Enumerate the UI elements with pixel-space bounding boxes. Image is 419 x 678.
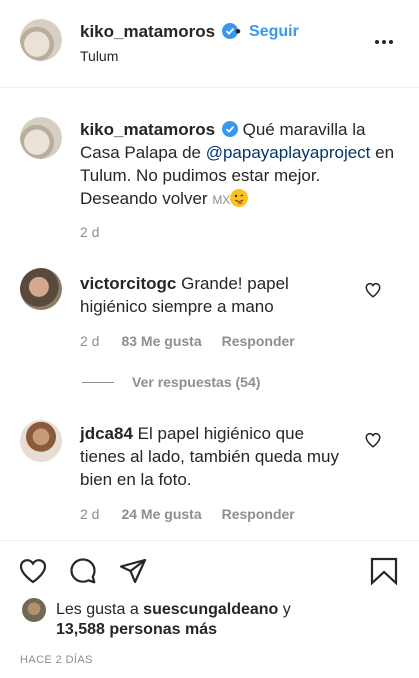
comment-avatar[interactable] xyxy=(20,420,62,462)
likes-count[interactable]: 13,588 personas más xyxy=(56,621,217,639)
reply-button[interactable]: Responder xyxy=(222,333,295,349)
more-options-icon[interactable] xyxy=(375,32,397,52)
header-divider xyxy=(0,87,419,88)
mention-link[interactable]: @papayaplayaproject xyxy=(206,143,371,162)
comment-avatar[interactable] xyxy=(20,268,62,310)
comment-text: victorcitogc Grande! papel higiénico sie… xyxy=(80,274,289,316)
comment-username[interactable]: victorcitogc xyxy=(80,274,176,293)
view-replies-button[interactable]: Ver respuestas (54) xyxy=(132,374,260,390)
comment-bubble-icon[interactable] xyxy=(68,556,98,586)
liker-avatar[interactable] xyxy=(22,598,46,622)
paper-plane-icon[interactable] xyxy=(118,556,148,586)
header-avatar[interactable] xyxy=(20,19,62,61)
separator-dot: • xyxy=(235,22,241,41)
winking-tongue-emoji-icon xyxy=(230,189,249,207)
post-timestamp: HACE 2 DÍAS xyxy=(20,654,93,666)
liker-username[interactable]: suescungaldeano xyxy=(143,601,278,618)
header-username[interactable]: kiko_matamoros xyxy=(80,22,238,42)
comment-heart-icon[interactable] xyxy=(364,431,382,449)
caption-age: 2 d xyxy=(80,224,100,240)
comment-meta: 2 d 83 Me gusta Responder xyxy=(80,333,295,349)
reply-button[interactable]: Responder xyxy=(222,506,295,522)
verified-badge-icon xyxy=(221,121,238,137)
flag-emoji: MX xyxy=(212,193,231,207)
comment-username[interactable]: jdca84 xyxy=(80,424,133,443)
comment-text: jdca84 El papel higiénico que tienes al … xyxy=(80,424,339,489)
follow-button[interactable]: Seguir xyxy=(249,23,299,41)
caption-avatar[interactable] xyxy=(20,117,62,159)
actions-divider xyxy=(0,540,419,541)
comment-meta: 2 d 24 Me gusta Responder xyxy=(80,506,295,522)
bookmark-icon[interactable] xyxy=(369,556,399,586)
location-link[interactable]: Tulum xyxy=(80,48,118,64)
replies-divider xyxy=(82,382,114,383)
comment-likes[interactable]: 83 Me gusta xyxy=(121,333,201,349)
caption-username[interactable]: kiko_matamoros xyxy=(80,120,215,139)
heart-icon[interactable] xyxy=(18,556,48,586)
caption-text: kiko_matamoros Qué maravilla la Casa Pal… xyxy=(80,120,395,208)
comment-likes[interactable]: 24 Me gusta xyxy=(121,506,201,522)
likes-summary: Les gusta a suescungaldeano y xyxy=(56,601,291,618)
comment-heart-icon[interactable] xyxy=(364,281,382,299)
